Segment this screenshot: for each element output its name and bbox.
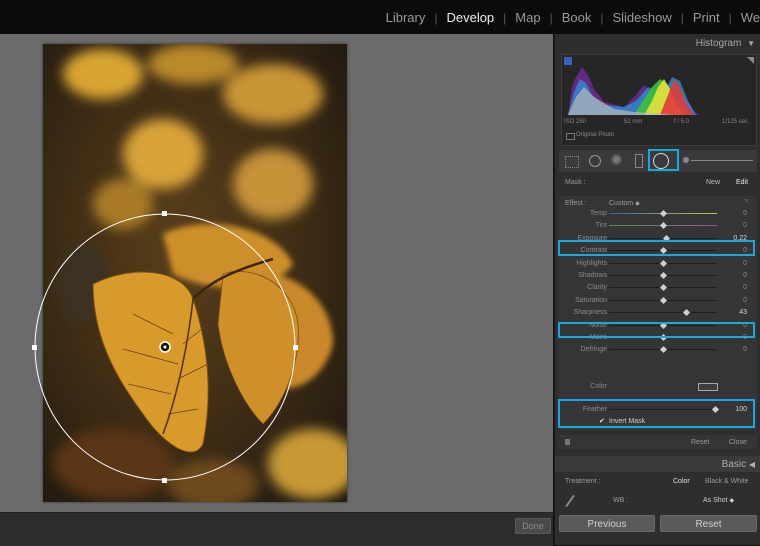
treatment-label: Treatment : [565, 478, 601, 485]
red-eye-icon[interactable] [611, 154, 622, 165]
module-library[interactable]: Library [377, 10, 435, 25]
module-web[interactable]: We [732, 10, 760, 25]
mask-toggle-switch-icon[interactable] [565, 439, 570, 445]
shadow-clipping-icon [564, 57, 572, 65]
color-label: Color [590, 383, 607, 390]
spot-removal-icon[interactable] [589, 155, 601, 167]
panel-collapse-icon[interactable]: ▼ [743, 198, 750, 205]
sharpness-label: Sharpness [573, 309, 607, 316]
temp-label: Temp [589, 210, 607, 217]
feather-value: 100 [735, 406, 747, 413]
treatment-bw-option[interactable]: Black & White [705, 478, 749, 485]
bottom-toolbar [0, 512, 553, 546]
histogram-header[interactable]: Histogram ▼ [696, 38, 755, 49]
collapse-triangle-icon: ▼ [747, 39, 755, 48]
effect-preset-dropdown[interactable]: Custom ◆ [609, 200, 640, 207]
saturation-value: 0 [743, 297, 747, 304]
invert-mask-label: Invert Mask [609, 418, 646, 425]
sharpness-slider-track[interactable] [609, 312, 717, 313]
module-bar: Library | Develop | Map | Book | Slidesh… [0, 0, 760, 34]
sharpness-highlight [558, 322, 755, 338]
radial-filter-highlight [648, 149, 679, 171]
defringe-value: 0 [743, 346, 747, 353]
module-picker: Library | Develop | Map | Book | Slidesh… [377, 10, 760, 25]
aperture-readout: f / 5.0 [674, 119, 690, 125]
mask-action-bar [559, 435, 757, 449]
treatment-color-option[interactable]: Color [673, 478, 690, 485]
updown-arrows-icon: ◆ [635, 201, 640, 207]
highlight-clipping-icon [747, 57, 754, 64]
mask-edit-button[interactable]: Edit [736, 179, 748, 186]
radial-handle-top [162, 211, 167, 216]
histogram-box: ISO 250 52 mm f / 5.0 1/125 sec Original… [561, 54, 757, 146]
clarity-value: 0 [743, 284, 747, 291]
original-photo-label: Original Photo [576, 132, 615, 138]
done-button[interactable]: Done [515, 518, 551, 534]
feather-track[interactable] [609, 409, 717, 410]
radial-filter-overlay[interactable] [0, 34, 553, 512]
mask-close-button[interactable]: Close [729, 439, 747, 446]
tint-value: 0 [743, 222, 747, 229]
mask-label: Mask : [565, 179, 586, 186]
exposure-highlight [558, 240, 755, 256]
radial-handle-right [293, 345, 298, 350]
radial-handle-bottom [162, 478, 167, 483]
right-panel: Histogram ▼ ISO 250 52 mm f / 5.0 1/125 … [554, 34, 760, 545]
reset-button[interactable]: Reset [660, 515, 757, 532]
basic-title: Basic [721, 459, 747, 470]
module-print[interactable]: Print [684, 10, 729, 25]
mask-reset-button[interactable]: Reset [691, 439, 709, 446]
shadows-value: 0 [743, 272, 747, 279]
defringe-label: Defringe [580, 346, 607, 353]
feather-highlight [558, 399, 755, 428]
tool-strip-slider[interactable] [691, 160, 753, 161]
module-develop[interactable]: Develop [437, 10, 503, 25]
previous-button[interactable]: Previous [559, 515, 655, 532]
histogram-graph [564, 57, 754, 115]
sharpness-value: 43 [739, 309, 747, 316]
highlights-value: 0 [743, 260, 747, 267]
mask-new-button[interactable]: New [706, 179, 720, 186]
graduated-filter-icon[interactable] [635, 154, 643, 168]
module-book[interactable]: Book [553, 10, 601, 25]
temp-value: 0 [743, 210, 747, 217]
wb-value: As Shot [703, 497, 728, 504]
shutter-readout: 1/125 sec [722, 119, 749, 125]
effect-label: Effect : [565, 200, 587, 207]
histogram-title: Histogram [695, 38, 742, 49]
invert-mask-checkbox[interactable]: ✔ [599, 417, 605, 425]
highlights-label: Highlights [576, 260, 607, 267]
wb-dropdown[interactable]: As Shot ◆ [703, 497, 734, 504]
module-slideshow[interactable]: Slideshow [603, 10, 680, 25]
color-swatch[interactable] [698, 383, 718, 391]
focal-length-readout: 52 mm [624, 119, 643, 125]
tint-label: Tint [595, 222, 607, 229]
wb-eyedropper-icon[interactable] [565, 494, 575, 508]
basic-collapse-icon: ◀ [748, 460, 755, 469]
original-photo-icon [566, 133, 575, 140]
iso-readout: ISO 250 [564, 119, 587, 125]
updown-arrows-icon: ◆ [729, 498, 735, 504]
saturation-label: Saturation [575, 297, 607, 304]
wb-label: WB : [613, 497, 629, 504]
clarity-label: Clarity [587, 284, 607, 291]
module-map[interactable]: Map [506, 10, 549, 25]
effect-preset-value: Custom [609, 200, 634, 207]
radial-handle-left [32, 345, 37, 350]
crop-tool-icon[interactable] [565, 156, 579, 168]
shadows-label: Shadows [578, 272, 607, 279]
feather-label: Feather [582, 406, 607, 413]
adjustment-brush-icon[interactable] [683, 157, 689, 163]
